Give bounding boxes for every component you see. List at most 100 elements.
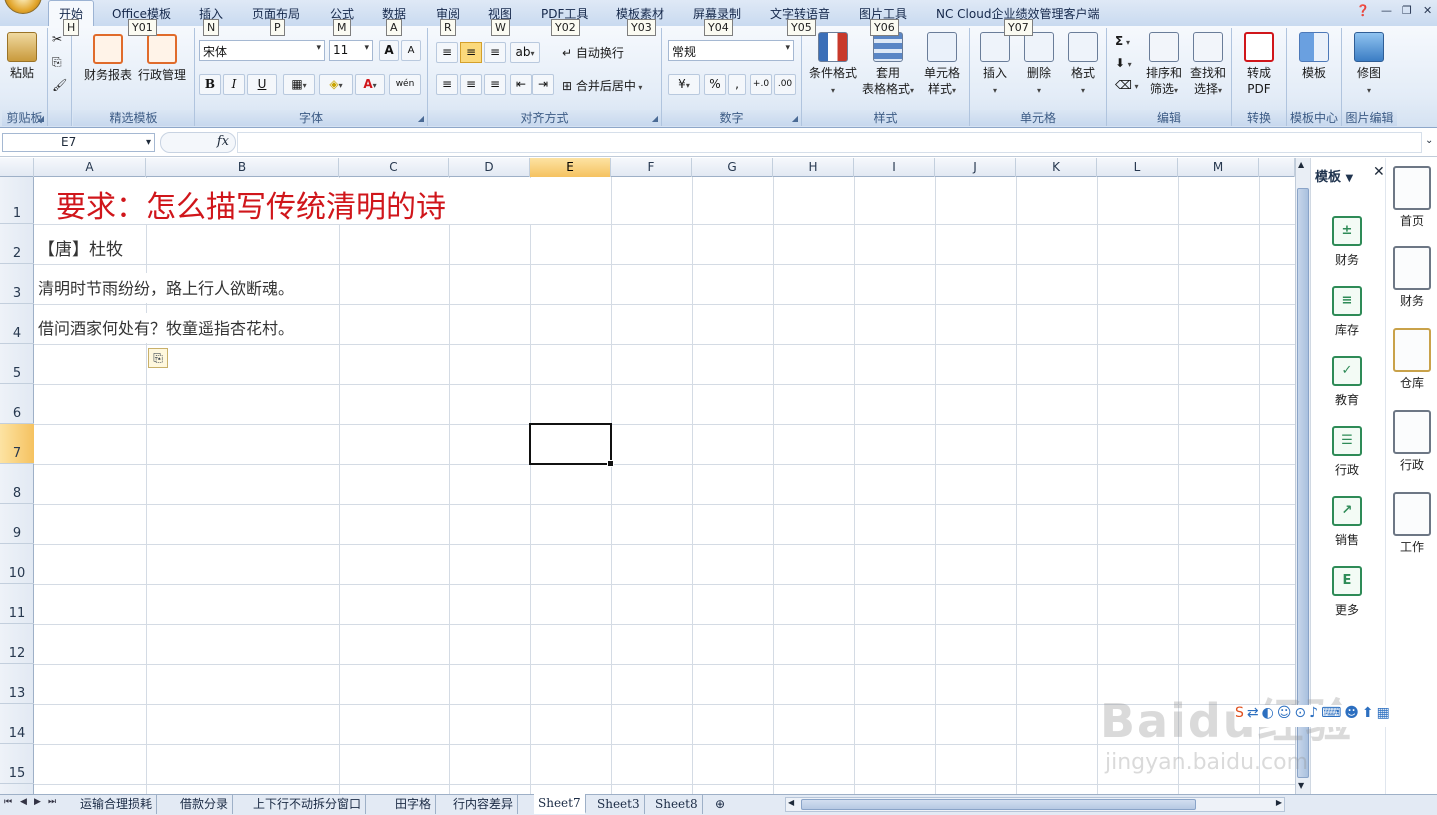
fill-color-icon[interactable]: ◈▾ — [319, 74, 353, 95]
panel-item-more[interactable]: E 更多 — [1321, 566, 1373, 618]
orientation-icon[interactable]: ab▾ — [510, 42, 540, 63]
paste-button[interactable]: 粘贴 — [6, 32, 38, 81]
sheet-tab[interactable]: 行内容差异 — [449, 795, 519, 814]
insert-sheet-icon[interactable]: ⊕ — [711, 795, 729, 814]
column-header[interactable]: B — [146, 158, 339, 177]
rail-item-work[interactable]: 工作 — [1388, 492, 1436, 555]
delete-cells-button[interactable]: 删除 ▾ — [1018, 32, 1060, 99]
align-top-icon[interactable]: ≡ — [436, 42, 458, 63]
column-header[interactable]: M — [1178, 158, 1259, 177]
office-button[interactable] — [4, 0, 42, 14]
dialog-launcher-icon[interactable]: ◢ — [418, 114, 424, 123]
rail-item-home[interactable]: 首页 — [1388, 166, 1436, 229]
increase-decimal-button[interactable]: +.0 — [750, 74, 772, 95]
horizontal-scrollbar[interactable]: ◀ ▶ — [785, 797, 1285, 812]
sheet-tab[interactable]: 运输合理损耗 — [76, 795, 158, 814]
row-header[interactable]: 9 — [0, 504, 34, 544]
column-header[interactable]: L — [1097, 158, 1178, 177]
rail-item-finance[interactable]: 财务 — [1388, 246, 1436, 309]
currency-icon[interactable]: ¥▾ — [668, 74, 700, 95]
formula-input[interactable] — [237, 132, 1422, 153]
grow-font-button[interactable]: A — [379, 40, 399, 61]
cell-styles-button[interactable]: 单元格 样式▾ — [918, 32, 966, 99]
dialog-launcher-icon[interactable]: ◢ — [38, 114, 44, 123]
scroll-left-icon[interactable]: ◀ — [788, 798, 794, 807]
last-sheet-icon[interactable]: ⏭ — [48, 797, 56, 807]
phonetic-button[interactable]: wén — [389, 74, 421, 95]
panel-item-finance[interactable]: ± 财务 — [1321, 216, 1373, 268]
ime-toolbar[interactable]: S⇄◐☺⊙♪⌨☻⬆▦ — [1235, 705, 1437, 727]
column-header[interactable]: I — [854, 158, 935, 177]
column-header[interactable]: C — [339, 158, 449, 177]
conditional-format-button[interactable]: 条件格式 ▾ — [806, 32, 860, 99]
column-header[interactable]: H — [773, 158, 854, 177]
panel-item-education[interactable]: ✓ 教育 — [1321, 356, 1373, 408]
align-left-icon[interactable]: ≡ — [436, 74, 458, 95]
row-header[interactable]: 10 — [0, 544, 34, 584]
select-all-corner[interactable] — [0, 158, 34, 177]
finance-report-button[interactable]: 财务报表 — [81, 34, 135, 83]
column-header[interactable] — [1259, 158, 1295, 177]
row-header[interactable]: 6 — [0, 384, 34, 424]
row-header-selected[interactable]: 7 — [0, 424, 34, 464]
retouch-button[interactable]: 修图 ▾ — [1346, 32, 1392, 99]
panel-dropdown-icon[interactable]: ▼ — [1346, 173, 1354, 184]
scroll-down-icon[interactable]: ▼ — [1298, 781, 1304, 790]
restore-icon[interactable]: ❐ — [1402, 4, 1412, 17]
help-icon[interactable]: ❓ — [1356, 4, 1370, 17]
next-sheet-icon[interactable]: ▶ — [34, 797, 41, 807]
border-icon[interactable]: ▦▾ — [283, 74, 315, 95]
sheet-tab-active[interactable]: Sheet7 — [534, 794, 586, 814]
row-header[interactable]: 11 — [0, 584, 34, 624]
number-format-select[interactable]: 常规 — [668, 40, 794, 61]
align-right-icon[interactable]: ≡ — [484, 74, 506, 95]
row-header[interactable]: 3 — [0, 264, 34, 304]
template-button[interactable]: 模板 — [1291, 32, 1337, 81]
underline-button[interactable]: U — [247, 74, 277, 95]
row-header[interactable]: 1 — [0, 177, 34, 224]
column-header[interactable]: F — [611, 158, 692, 177]
bold-button[interactable]: B — [199, 74, 221, 95]
panel-item-admin[interactable]: ☰ 行政 — [1321, 426, 1373, 478]
column-header[interactable]: K — [1016, 158, 1097, 177]
sheet-tab[interactable]: Sheet8 — [651, 795, 703, 814]
clear-icon[interactable]: ⌫ ▾ — [1115, 78, 1139, 92]
shrink-font-button[interactable]: A — [401, 40, 421, 61]
column-header[interactable]: A — [34, 158, 146, 177]
align-middle-icon[interactable]: ≡ — [460, 42, 482, 63]
fill-icon[interactable]: ⬇ ▾ — [1115, 56, 1132, 70]
row-header[interactable]: 15 — [0, 744, 34, 784]
panel-close-icon[interactable]: ✕ — [1373, 164, 1385, 180]
font-color-icon[interactable]: A▾ — [355, 74, 385, 95]
expand-formula-icon[interactable]: ⌄ — [1425, 135, 1433, 146]
sheet-tab[interactable]: 田字格 — [391, 795, 437, 814]
column-header[interactable]: G — [692, 158, 773, 177]
first-sheet-icon[interactable]: ⏮ — [4, 797, 12, 807]
function-button[interactable]: fx — [160, 132, 236, 153]
increase-indent-icon[interactable]: ⇥ — [532, 74, 554, 95]
row-header[interactable]: 13 — [0, 664, 34, 704]
row-header[interactable]: 8 — [0, 464, 34, 504]
sheet-tab[interactable]: Sheet3 — [593, 795, 645, 814]
name-box[interactable]: E7 — [2, 133, 155, 152]
rail-item-admin[interactable]: 行政 — [1388, 410, 1436, 473]
format-as-table-button[interactable]: 套用 表格格式▾ — [860, 32, 916, 99]
italic-button[interactable]: I — [223, 74, 245, 95]
prev-sheet-icon[interactable]: ◀ — [20, 797, 27, 807]
panel-item-inventory[interactable]: ≡ 库存 — [1321, 286, 1373, 338]
row-header[interactable]: 4 — [0, 304, 34, 344]
decrease-decimal-button[interactable]: .00 — [774, 74, 796, 95]
format-cells-button[interactable]: 格式 ▾ — [1062, 32, 1104, 99]
row-header[interactable]: 2 — [0, 224, 34, 264]
selected-cell-e7[interactable] — [529, 423, 614, 467]
row-header[interactable]: 14 — [0, 704, 34, 744]
column-header[interactable]: J — [935, 158, 1016, 177]
decrease-indent-icon[interactable]: ⇤ — [510, 74, 532, 95]
sheet-tab[interactable]: 上下行不动拆分窗口 — [249, 795, 367, 814]
rail-item-warehouse[interactable]: 仓库 — [1388, 328, 1436, 391]
horizontal-scroll-thumb[interactable] — [801, 799, 1196, 810]
panel-item-sales[interactable]: ↗ 销售 — [1321, 496, 1373, 548]
sheet-tab[interactable]: 借款分录 — [176, 795, 234, 814]
to-pdf-button[interactable]: 转成 PDF — [1236, 32, 1282, 97]
sort-filter-button[interactable]: 排序和 筛选▾ — [1143, 32, 1185, 99]
